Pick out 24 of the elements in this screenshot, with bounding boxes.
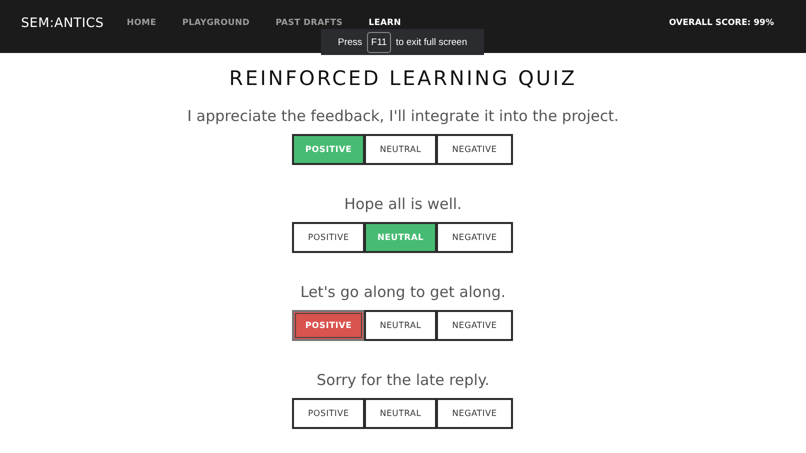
question-text: Hope all is well. <box>344 195 462 213</box>
overall-score: OVERALL SCORE: 99% <box>669 19 774 28</box>
answer-button[interactable]: NEGATIVE <box>436 222 513 253</box>
nav-link[interactable]: PLAYGROUND <box>182 19 250 28</box>
question-text: Let's go along to get along. <box>300 283 506 301</box>
answer-button[interactable]: POSITIVE <box>292 222 365 253</box>
answer-button[interactable]: POSITIVE <box>292 398 365 429</box>
answer-button[interactable]: NEGATIVE <box>436 134 513 165</box>
answer-button[interactable]: POSITIVE <box>292 310 365 341</box>
nav-link[interactable]: LEARN <box>368 19 402 28</box>
brand-logo[interactable]: SEM:ANTICS <box>21 17 104 30</box>
key-label: F11 <box>367 32 391 52</box>
answer-button[interactable]: NEUTRAL <box>364 134 437 165</box>
notice-text: to exit full screen <box>396 36 468 48</box>
answer-button[interactable]: NEGATIVE <box>436 310 513 341</box>
nav-link[interactable]: HOME <box>126 19 156 28</box>
nav-link[interactable]: PAST DRAFTS <box>276 19 343 28</box>
question-text: I appreciate the feedback, I'll integrate it into the project. <box>187 107 619 125</box>
answer-button[interactable]: NEGATIVE <box>436 398 513 429</box>
quiz-title: REINFORCED LEARNING QUIZ <box>229 66 577 90</box>
answer-button[interactable]: NEUTRAL <box>364 398 437 429</box>
answer-button[interactable]: NEUTRAL <box>364 310 437 341</box>
question-text: Sorry for the late reply. <box>316 371 490 389</box>
notice-text: Press <box>338 36 362 48</box>
